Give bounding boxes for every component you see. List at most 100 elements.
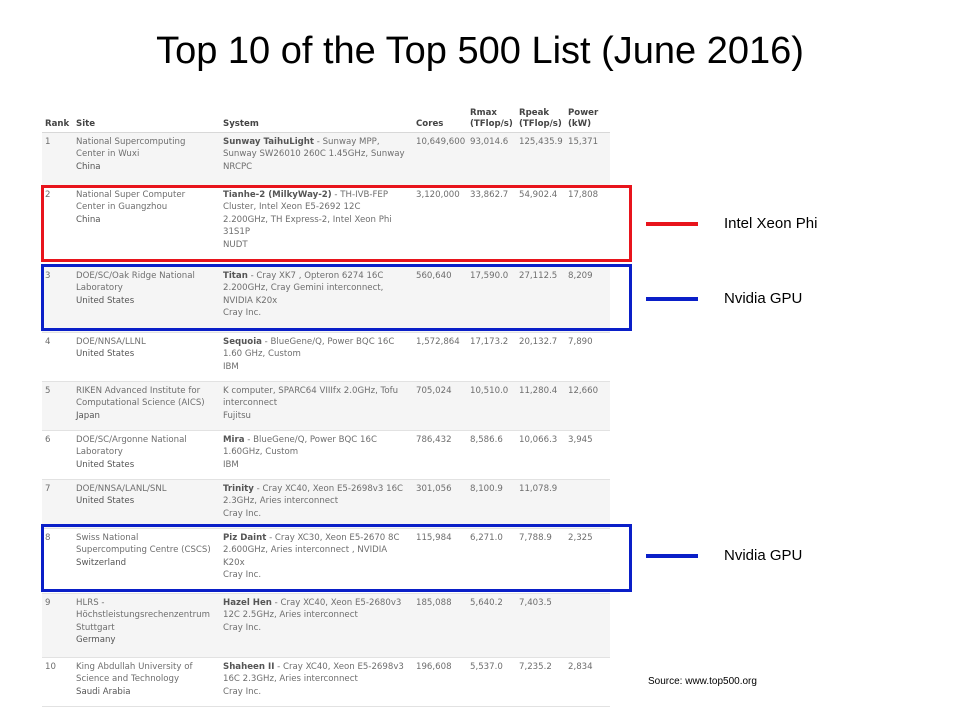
site-line: HLRS - — [76, 597, 105, 608]
system-detail: interconnect — [223, 398, 278, 409]
cell-power — [565, 593, 610, 658]
system-detail: IBM — [223, 459, 239, 470]
header-site: Site — [73, 100, 220, 133]
site-line: Laboratory — [76, 283, 123, 294]
cell-system: Sequoia - BlueGene/Q, Power BQC 16C 1.60 … — [220, 332, 413, 382]
site-line: Stuttgart — [76, 622, 115, 633]
header-system: System — [220, 100, 413, 133]
cell-rmax: 93,014.6 — [467, 132, 516, 186]
cell-rank: 9 — [42, 593, 73, 658]
system-line: 1.60GHz, Custom — [223, 446, 411, 459]
site-country: Switzerland — [76, 557, 127, 568]
header-power-line1: Power — [568, 107, 599, 118]
header-cores: Cores — [413, 100, 467, 133]
system-line: 31S1P — [223, 226, 411, 239]
system-line: IBM — [223, 459, 411, 472]
header-power-line2: (kW) — [568, 118, 592, 129]
system-detail: - Sunway MPP, — [314, 136, 380, 147]
system-line: Cray Inc. — [223, 569, 411, 582]
system-detail: 31S1P — [223, 227, 251, 238]
cell-rank: 5 — [42, 381, 73, 431]
slide-title: Top 10 of the Top 500 List (June 2016) — [156, 30, 804, 72]
top500-table: Rank Site System Cores Rmax (TFlop/s) Rpe… — [42, 100, 610, 707]
cell-site: National Supercomputing Center in Wuxi Chi… — [73, 132, 220, 186]
cell-cores: 196,608 — [413, 657, 467, 707]
system-detail: - BlueGene/Q, Power BQC 16C — [261, 336, 395, 347]
site-line: National Supercomputing — [76, 136, 186, 147]
cell-rpeak: 11,280.4 — [516, 381, 565, 431]
cell-rank: 10 — [42, 657, 73, 707]
system-detail: K20x — [223, 557, 245, 568]
system-line: NVIDIA K20x — [223, 295, 411, 308]
table-row: 1 National Supercomputing Center in Wuxi Ch… — [42, 132, 610, 186]
cell-power: 2,325 — [565, 528, 610, 594]
cell-rank: 2 — [42, 185, 73, 267]
site-line: Supercomputing Centre (CSCS) — [76, 545, 211, 556]
system-detail: - Cray XC40, Xeon E5-2698v3 16C — [253, 483, 404, 494]
site-line: DOE/NNSA/LLNL — [76, 336, 146, 347]
header-rpeak-line1: Rpeak — [519, 107, 550, 118]
source-credit: Source: www.top500.org — [648, 676, 757, 687]
cell-system: Hazel Hen - Cray XC40, Xeon E5-2680v3 12C… — [220, 593, 413, 658]
header-rmax-line2: (TFlop/s) — [470, 118, 513, 129]
cell-site: DOE/NNSA/LANL/SNL United States — [73, 479, 220, 529]
system-detail: 2.200GHz, TH Express-2, Intel Xeon Phi — [223, 214, 392, 225]
cell-rpeak: 11,078.9 — [516, 479, 565, 529]
site-line: King Abdullah University of — [76, 661, 193, 672]
system-detail: Cray Inc. — [223, 308, 262, 319]
system-line: Hazel Hen - Cray XC40, Xeon E5-2680v3 — [223, 597, 411, 610]
cell-rpeak: 54,902.4 — [516, 185, 565, 267]
system-detail: 1.60 GHz, Custom — [223, 349, 301, 360]
cell-site: National Super Computer Center in Guangzh… — [73, 185, 220, 267]
system-line: Titan - Cray XK7 , Opteron 6274 16C — [223, 270, 411, 283]
cell-rpeak: 27,112.5 — [516, 266, 565, 333]
table-row: 6 DOE/SC/Argonne National Laboratory United… — [42, 430, 610, 480]
system-detail: NRCPC — [223, 161, 253, 172]
cell-system: Piz Daint - Cray XC30, Xeon E5-2670 8C 2.… — [220, 528, 413, 594]
system-detail: Cray Inc. — [223, 570, 262, 581]
legend-line-gpu-1 — [646, 297, 698, 301]
legend-label-gpu-1: Nvidia GPU — [724, 290, 803, 307]
system-line: Sunway TaihuLight - Sunway MPP, — [223, 136, 411, 149]
system-line: Cray Inc. — [223, 622, 411, 635]
system-name: Sunway TaihuLight — [223, 136, 315, 147]
cell-rmax: 6,271.0 — [467, 528, 516, 594]
header-rmax: Rmax (TFlop/s) — [467, 100, 516, 133]
cell-cores: 185,088 — [413, 593, 467, 658]
cell-power: 17,808 — [565, 185, 610, 267]
system-line: 2.200GHz, TH Express-2, Intel Xeon Phi — [223, 214, 411, 227]
site-country: Japan — [76, 410, 100, 421]
system-detail: K computer, SPARC64 VIIIfx 2.0GHz, Tofu — [223, 385, 399, 396]
site-line: Center in Wuxi — [76, 149, 140, 160]
cell-rmax: 17,173.2 — [467, 332, 516, 382]
system-detail: - Cray XC30, Xeon E5-2670 8C — [266, 532, 400, 543]
cell-cores: 3,120,000 — [413, 185, 467, 267]
cell-rank: 6 — [42, 430, 73, 480]
system-line: 2.200GHz, Cray Gemini interconnect, — [223, 282, 411, 295]
cell-rpeak: 7,235.2 — [516, 657, 565, 707]
site-country: United States — [76, 459, 135, 470]
cell-rpeak: 10,066.3 — [516, 430, 565, 480]
system-line: Mira - BlueGene/Q, Power BQC 16C — [223, 434, 411, 447]
cell-cores: 786,432 — [413, 430, 467, 480]
system-line: K computer, SPARC64 VIIIfx 2.0GHz, Tofu — [223, 385, 411, 398]
system-name: Sequoia — [223, 336, 262, 347]
cell-system: Titan - Cray XK7 , Opteron 6274 16C 2.200… — [220, 266, 413, 333]
site-line: DOE/NNSA/LANL/SNL — [76, 483, 167, 494]
system-detail: 2.3GHz, Aries interconnect — [223, 496, 339, 507]
site-line: Center in Guangzhou — [76, 202, 168, 213]
cell-rank: 8 — [42, 528, 73, 594]
site-line: Höchstleistungsrechenzentrum — [76, 610, 210, 621]
site-line: National Super Computer — [76, 189, 186, 200]
site-country: China — [76, 214, 101, 225]
system-line: 1.60 GHz, Custom — [223, 348, 411, 361]
system-detail: Cray Inc. — [223, 686, 262, 697]
cell-power: 8,209 — [565, 266, 610, 333]
system-line: Cluster, Intel Xeon E5-2692 12C — [223, 201, 411, 214]
system-detail: Cray Inc. — [223, 508, 262, 519]
system-name: Piz Daint — [223, 532, 267, 543]
system-detail: Cray Inc. — [223, 622, 262, 633]
system-detail: - TH-IVB-FEP — [331, 189, 389, 200]
system-detail: - Cray XC40, Xeon E5-2698v3 — [274, 661, 404, 672]
system-detail: IBM — [223, 361, 239, 372]
